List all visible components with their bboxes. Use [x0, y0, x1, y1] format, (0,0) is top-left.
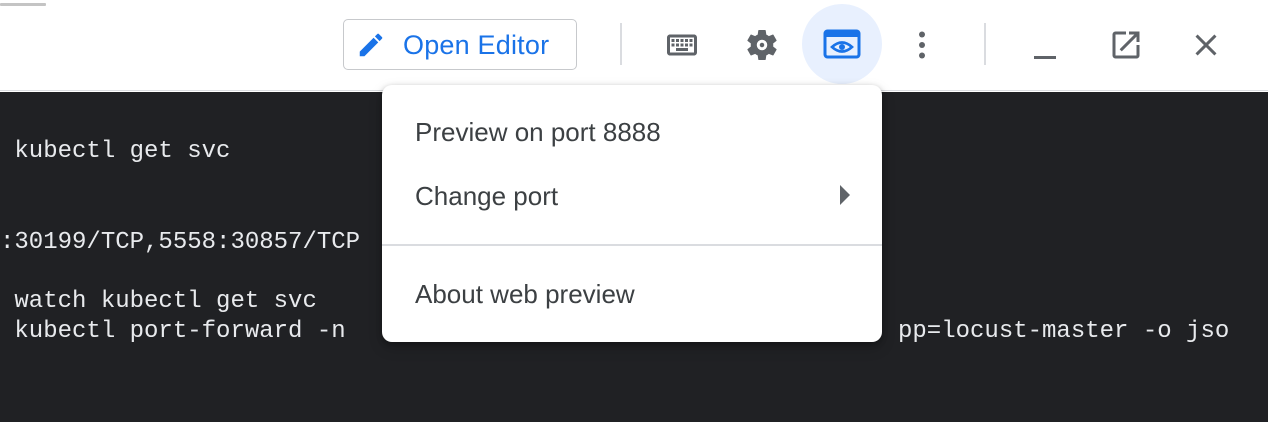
terminal-line: kubectl port-forward -n [0, 318, 346, 345]
open-in-new-icon [1112, 31, 1140, 59]
toolbar-separator [620, 23, 622, 65]
web-preview-button[interactable] [802, 4, 882, 84]
close-icon [1195, 34, 1217, 56]
more-options-button[interactable] [904, 27, 940, 63]
minimize-button[interactable] [1028, 27, 1064, 63]
menu-item-label: Change port [415, 181, 559, 211]
toolbar-separator [984, 23, 986, 65]
open-editor-button[interactable]: Open Editor [343, 19, 577, 70]
close-button[interactable] [1188, 27, 1224, 63]
terminal-line: watch kubectl get svc [0, 288, 317, 315]
pencil-icon [359, 33, 383, 57]
terminal-line: kubectl get svc [0, 138, 231, 165]
keyboard-icon [667, 34, 697, 56]
menu-divider [382, 244, 882, 246]
more-vert-icon [919, 31, 925, 59]
open-editor-label: Open Editor [403, 30, 550, 60]
minimize-icon [1034, 56, 1056, 59]
terminal-line: pp=locust-master -o jso [898, 318, 1230, 345]
submenu-arrow-icon [840, 185, 850, 205]
menu-item-change-port[interactable]: Change port [382, 167, 882, 225]
menu-item-about-web-preview[interactable]: About web preview [382, 265, 882, 323]
menu-item-label: About web preview [415, 279, 635, 309]
keyboard-button[interactable] [664, 27, 700, 63]
terminal-line: :30199/TCP,5558:30857/TCP [0, 229, 361, 256]
menu-item-preview-port[interactable]: Preview on port 8888 [382, 103, 882, 161]
web-preview-menu: Preview on port 8888 Change port About w… [382, 85, 882, 342]
settings-button[interactable] [744, 27, 780, 63]
drag-handle[interactable] [0, 3, 46, 6]
cloud-shell-toolbar: Open Editor [0, 0, 1268, 91]
open-in-new-window-button[interactable] [1108, 27, 1144, 63]
settings-gear-icon [747, 29, 777, 60]
menu-item-label: Preview on port 8888 [415, 117, 661, 147]
web-preview-icon [823, 29, 861, 59]
